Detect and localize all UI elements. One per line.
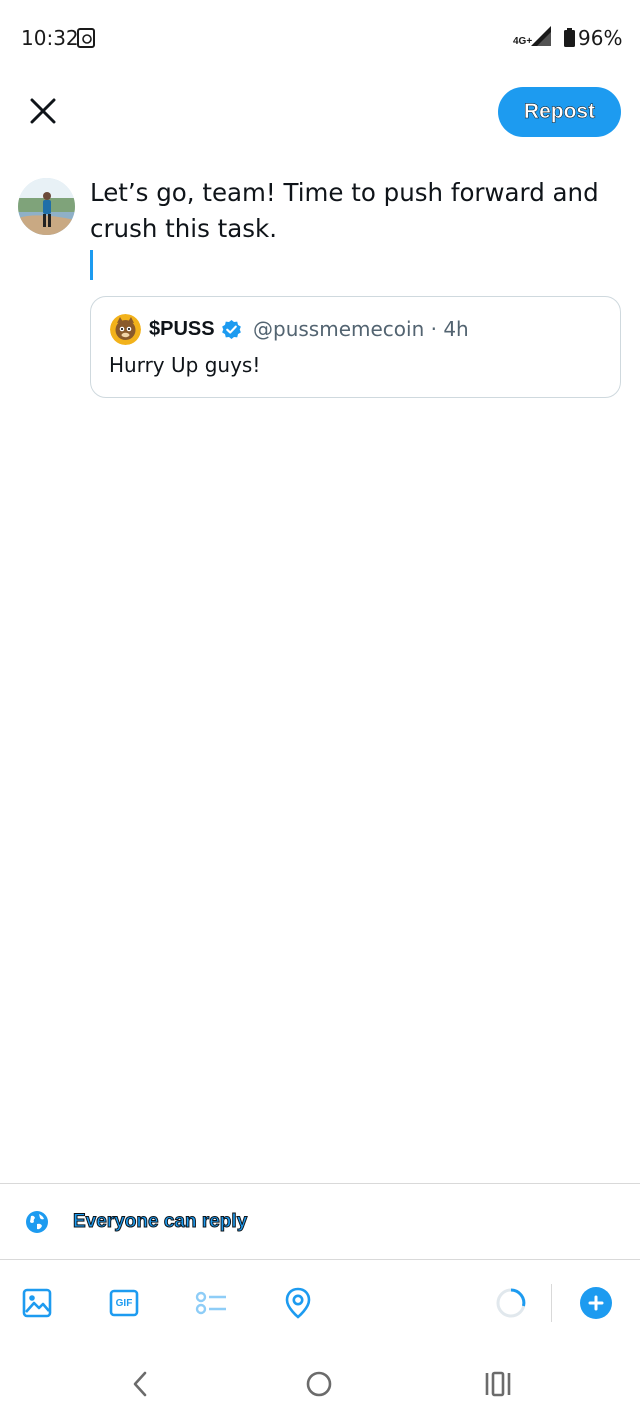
gif-label: GIF [115,1297,133,1309]
compose-toolbar: GIF [0,1260,640,1346]
repost-button[interactable]: Repost [498,87,621,137]
nav-back-button[interactable] [118,1366,162,1402]
status-time: 10:32 [21,26,79,50]
signal-icon [531,26,551,46]
screen-recorder-icon [77,28,95,48]
character-counter [494,1286,528,1320]
network-type: 4G+ [513,36,533,47]
back-icon [133,1371,147,1397]
add-poll-button[interactable] [194,1286,228,1320]
add-post-button[interactable] [580,1287,612,1319]
status-bar: 10:32 4G+ 96% [0,0,640,78]
toolbar-divider [551,1284,552,1322]
quoted-time: 4h [443,317,469,341]
quoted-text: Hurry Up guys! [109,353,261,377]
quoted-post[interactable]: $PUSS @pussmemecoin · 4h Hurry Up guys! [90,296,621,398]
quoted-author-name: $PUSS [149,318,215,340]
reply-setting-button[interactable]: Everyone can reply [0,1185,640,1259]
close-icon [30,98,56,124]
battery-percent: 96% [578,26,623,50]
poll-icon [195,1291,226,1315]
avatar-image [18,178,75,235]
reply-setting-label: Everyone can reply [72,1211,248,1233]
close-button[interactable] [22,90,64,132]
image-icon [22,1288,52,1318]
meta-separator: · [430,317,437,341]
location-icon [285,1287,311,1319]
battery-icon [564,28,575,47]
add-icon [588,1295,604,1311]
nav-home-button[interactable] [297,1366,341,1402]
user-avatar[interactable] [18,178,75,235]
system-navbar [0,1346,640,1422]
compose-input[interactable]: Let’s go, team! Time to push forward and… [90,175,625,247]
quoted-meta: @pussmemecoin · 4h [253,317,469,341]
divider [0,1183,640,1184]
nav-recents-button[interactable] [476,1366,520,1402]
puss-avatar [110,314,141,345]
quoted-handle: @pussmemecoin [253,317,425,341]
home-icon [306,1371,332,1397]
globe-icon [26,1211,48,1233]
character-count-ring [496,1288,526,1318]
add-location-button[interactable] [281,1286,315,1320]
verified-badge-icon [222,319,241,340]
add-gif-button[interactable]: GIF [107,1286,141,1320]
recents-icon [485,1371,511,1397]
text-caret [90,250,93,280]
add-image-button[interactable] [20,1286,54,1320]
